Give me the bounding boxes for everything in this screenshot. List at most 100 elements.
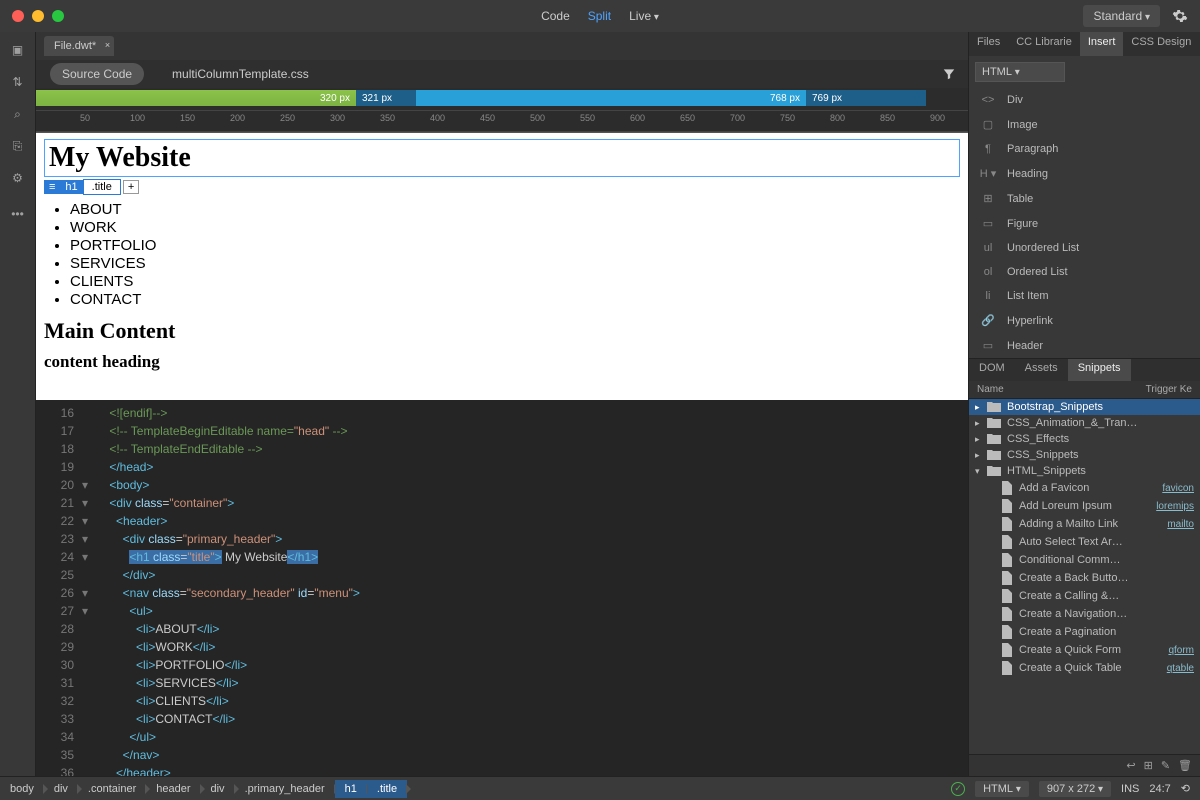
breadcrumb-item[interactable]: .container: [78, 780, 146, 798]
code-line[interactable]: 25 </div>: [36, 566, 968, 584]
bottom-tab-assets[interactable]: Assets: [1015, 359, 1068, 381]
code-editor[interactable]: 16 <![endif]-->17 <!-- TemplateBeginEdit…: [36, 400, 968, 776]
insert-paragraph[interactable]: ¶Paragraph: [969, 137, 1200, 161]
media-segment[interactable]: 769 px: [806, 90, 926, 106]
close-window-button[interactable]: [12, 10, 24, 22]
snippet-item[interactable]: Create a Back Butto…: [969, 569, 1200, 587]
hamburger-icon[interactable]: ≡: [44, 180, 60, 194]
snippet-folder[interactable]: ▸CSS_Effects: [969, 431, 1200, 447]
view-live[interactable]: Live: [629, 9, 659, 23]
inspect-icon[interactable]: ⌕: [8, 104, 28, 124]
code-line[interactable]: 19 </head>: [36, 458, 968, 476]
code-line[interactable]: 32 <li>CLIENTS</li>: [36, 692, 968, 710]
snippet-item[interactable]: Auto Select Text Ar…: [969, 533, 1200, 551]
breadcrumb-item[interactable]: .primary_header: [235, 780, 335, 798]
insert-header[interactable]: ▭Header: [969, 333, 1200, 358]
insert-heading[interactable]: H ▾Heading: [969, 161, 1200, 186]
insert-ordered-list[interactable]: olOrdered List: [969, 260, 1200, 284]
breadcrumb-item[interactable]: .title: [367, 780, 407, 798]
snippet-folder[interactable]: ▾HTML_Snippets: [969, 463, 1200, 479]
media-query-bar[interactable]: 320 px321 px768 px769 px: [36, 88, 968, 110]
insert-figure[interactable]: ▭Figure: [969, 211, 1200, 236]
doctype-select[interactable]: HTML: [975, 781, 1029, 797]
snippet-item[interactable]: Create a Quick Formqform: [969, 641, 1200, 659]
breadcrumb-item[interactable]: div: [201, 780, 235, 798]
file-tab[interactable]: File.dwt* ×: [44, 36, 114, 56]
code-line[interactable]: 21▾ <div class="container">: [36, 494, 968, 512]
code-line[interactable]: 18 <!-- TemplateEndEditable -->: [36, 440, 968, 458]
workspace-switcher[interactable]: Standard: [1083, 5, 1160, 27]
code-line[interactable]: 23▾ <div class="primary_header">: [36, 530, 968, 548]
settings-gear-icon[interactable]: [1172, 8, 1188, 24]
viewport-size-select[interactable]: 907 x 272: [1039, 781, 1111, 797]
breadcrumb-item[interactable]: div: [44, 780, 78, 798]
breadcrumb-item[interactable]: h1: [335, 780, 367, 798]
insert-table[interactable]: ⊞Table: [969, 186, 1200, 211]
close-tab-icon[interactable]: ×: [105, 40, 110, 50]
snippet-item[interactable]: Create a Quick Tableqtable: [969, 659, 1200, 677]
code-line[interactable]: 36 </header>: [36, 764, 968, 776]
split-vertical-icon[interactable]: ⇅: [8, 72, 28, 92]
insert-div[interactable]: <>Div: [969, 88, 1200, 112]
preview-h1-title[interactable]: My Website: [44, 139, 960, 177]
maximize-window-button[interactable]: [52, 10, 64, 22]
snippet-item[interactable]: Add a Faviconfavicon: [969, 479, 1200, 497]
more-tools-icon[interactable]: •••: [8, 204, 28, 224]
breadcrumb-item[interactable]: header: [146, 780, 200, 798]
live-preview-pane[interactable]: My Website ≡ h1 .title + ABOUTWORKPORTFO…: [36, 132, 968, 400]
code-line[interactable]: 17 <!-- TemplateBeginEditable name="head…: [36, 422, 968, 440]
view-code[interactable]: Code: [541, 9, 570, 23]
code-line[interactable]: 31 <li>SERVICES</li>: [36, 674, 968, 692]
snippet-folder[interactable]: ▸CSS_Snippets: [969, 447, 1200, 463]
related-css-tab[interactable]: multiColumnTemplate.css: [160, 63, 321, 85]
code-line[interactable]: 35 </nav>: [36, 746, 968, 764]
snippet-item[interactable]: Create a Pagination: [969, 623, 1200, 641]
insert-list-item[interactable]: liList Item: [969, 284, 1200, 308]
view-split[interactable]: Split: [588, 9, 611, 23]
insert-category-select[interactable]: HTML: [975, 62, 1065, 82]
col-name[interactable]: Name: [977, 384, 1146, 395]
new-folder-icon[interactable]: ⊞: [1144, 759, 1153, 772]
code-line[interactable]: 24▾ <h1 class="title"> My Website</h1>: [36, 548, 968, 566]
snippet-folder[interactable]: ▸Bootstrap_Snippets: [969, 399, 1200, 415]
code-line[interactable]: 27▾ <ul>: [36, 602, 968, 620]
new-snippet-icon[interactable]: ✎: [1161, 759, 1170, 772]
panel-tab-insert[interactable]: Insert: [1080, 32, 1124, 56]
code-line[interactable]: 28 <li>ABOUT</li>: [36, 620, 968, 638]
code-line[interactable]: 26▾ <nav class="secondary_header" id="me…: [36, 584, 968, 602]
code-line[interactable]: 20▾ <body>: [36, 476, 968, 494]
code-line[interactable]: 30 <li>PORTFOLIO</li>: [36, 656, 968, 674]
insert-snippet-icon[interactable]: ↩: [1126, 759, 1135, 772]
panel-tab-cc-librarie[interactable]: CC Librarie: [1008, 32, 1080, 56]
code-line[interactable]: 33 <li>CONTACT</li>: [36, 710, 968, 728]
code-line[interactable]: 29 <li>WORK</li>: [36, 638, 968, 656]
snippet-item[interactable]: Create a Calling &…: [969, 587, 1200, 605]
bottom-tab-snippets[interactable]: Snippets: [1068, 359, 1131, 381]
media-segment[interactable]: 320 px: [36, 90, 356, 106]
add-class-button[interactable]: +: [123, 180, 139, 194]
media-segment[interactable]: 768 px: [416, 90, 806, 106]
snippet-item[interactable]: Create a Navigation…: [969, 605, 1200, 623]
source-code-tab[interactable]: Source Code: [50, 63, 144, 85]
snippet-folder[interactable]: ▸CSS_Animation_&_Tran…: [969, 415, 1200, 431]
customize-icon[interactable]: ⚙: [8, 168, 28, 188]
breadcrumb-item[interactable]: body: [0, 780, 44, 798]
status-ok-icon[interactable]: ✓: [951, 782, 965, 796]
snippet-item[interactable]: Adding a Mailto Linkmailto: [969, 515, 1200, 533]
minimize-window-button[interactable]: [32, 10, 44, 22]
bottom-tab-dom[interactable]: DOM: [969, 359, 1015, 381]
media-segment[interactable]: 321 px: [356, 90, 416, 106]
related-files-icon[interactable]: ⎘: [8, 136, 28, 156]
code-line[interactable]: 34 </ul>: [36, 728, 968, 746]
snippet-item[interactable]: Add Loreum Ipsumloremips: [969, 497, 1200, 515]
code-line[interactable]: 22▾ <header>: [36, 512, 968, 530]
insert-hyperlink[interactable]: 🔗Hyperlink: [969, 308, 1200, 333]
insert-mode[interactable]: INS: [1121, 783, 1139, 795]
panel-tab-css-design[interactable]: CSS Design: [1123, 32, 1199, 56]
filter-icon[interactable]: [942, 67, 956, 81]
class-badge[interactable]: .title: [83, 179, 121, 195]
col-trigger[interactable]: Trigger Ke: [1146, 384, 1192, 395]
snippet-item[interactable]: Conditional Comm…: [969, 551, 1200, 569]
code-line[interactable]: 16 <![endif]-->: [36, 404, 968, 422]
insert-image[interactable]: ▢Image: [969, 112, 1200, 137]
